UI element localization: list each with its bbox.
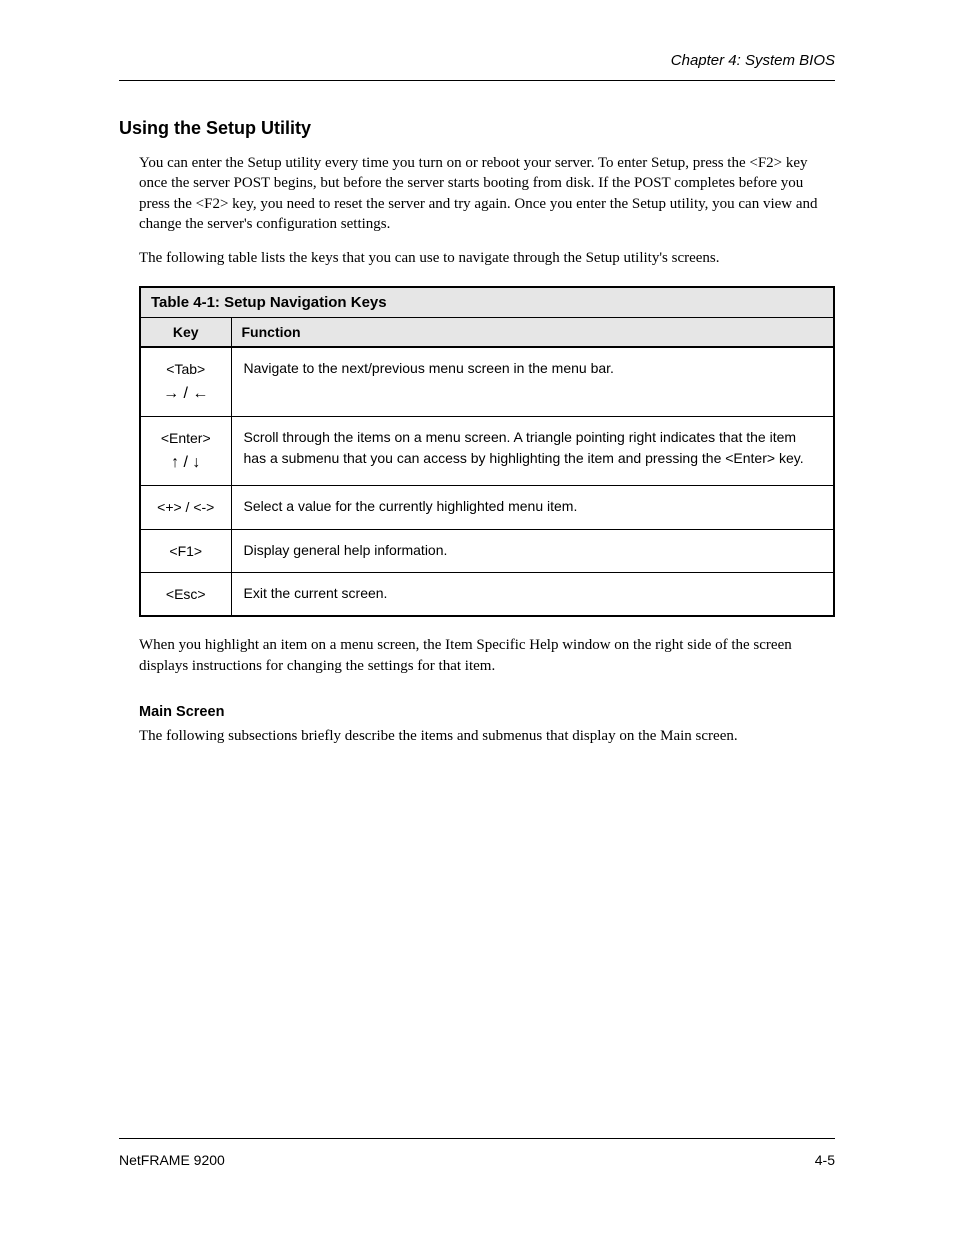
func-cell: Navigate to the next/previous menu scree…	[231, 347, 833, 416]
arrow-right-left-icon: → / ←	[153, 381, 219, 407]
key-cell: <Enter> ↑ / ↓	[141, 417, 231, 486]
table-title: Table 4-1: Setup Navigation Keys	[141, 288, 833, 318]
table-row: <+> / <-> Select a value for the current…	[141, 486, 833, 529]
intro-paragraph-1: You can enter the Setup utility every ti…	[139, 153, 835, 234]
key-label: <Esc>	[153, 583, 219, 605]
func-cell: Display general help information.	[231, 529, 833, 572]
col-key: Key	[141, 318, 231, 348]
table-row: <Tab> → / ← Navigate to the next/previou…	[141, 347, 833, 416]
table-header-row: Key Function	[141, 318, 833, 348]
intro-paragraph-2: The following table lists the keys that …	[139, 248, 835, 268]
key-label: <Tab>	[153, 358, 219, 380]
table-row: <F1> Display general help information.	[141, 529, 833, 572]
func-cell: Select a value for the currently highlig…	[231, 486, 833, 529]
header-chapter: Chapter 4: System BIOS	[671, 52, 835, 69]
key-label: <Enter>	[153, 427, 219, 449]
arrow-up-down-icon: ↑ / ↓	[153, 450, 219, 476]
rule-top	[119, 80, 835, 81]
table-row: <Esc> Exit the current screen.	[141, 573, 833, 616]
key-cell: <Tab> → / ←	[141, 347, 231, 416]
func-cell: Exit the current screen.	[231, 573, 833, 616]
col-function: Function	[231, 318, 833, 348]
footer-page: 4-5	[815, 1152, 835, 1168]
key-cell: <F1>	[141, 529, 231, 572]
subsection-paragraph: The following subsections briefly descri…	[139, 726, 835, 746]
func-cell: Scroll through the items on a menu scree…	[231, 417, 833, 486]
section-title: Using the Setup Utility	[119, 118, 835, 139]
key-cell: <Esc>	[141, 573, 231, 616]
content-area: Using the Setup Utility You can enter th…	[119, 112, 835, 760]
page: Chapter 4: System BIOS Using the Setup U…	[0, 0, 954, 1235]
table-title-row: Table 4-1: Setup Navigation Keys	[141, 288, 833, 318]
after-table-paragraph: When you highlight an item on a menu scr…	[139, 635, 835, 676]
key-label: <F1>	[153, 540, 219, 562]
rule-bottom	[119, 1138, 835, 1139]
table-row: <Enter> ↑ / ↓ Scroll through the items o…	[141, 417, 833, 486]
footer-product: NetFRAME 9200	[119, 1152, 225, 1168]
key-cell: <+> / <->	[141, 486, 231, 529]
subsection-title: Main Screen	[139, 704, 835, 720]
key-label: <+> / <->	[153, 496, 219, 518]
nav-keys-table: Table 4-1: Setup Navigation Keys Key Fun…	[139, 286, 835, 617]
